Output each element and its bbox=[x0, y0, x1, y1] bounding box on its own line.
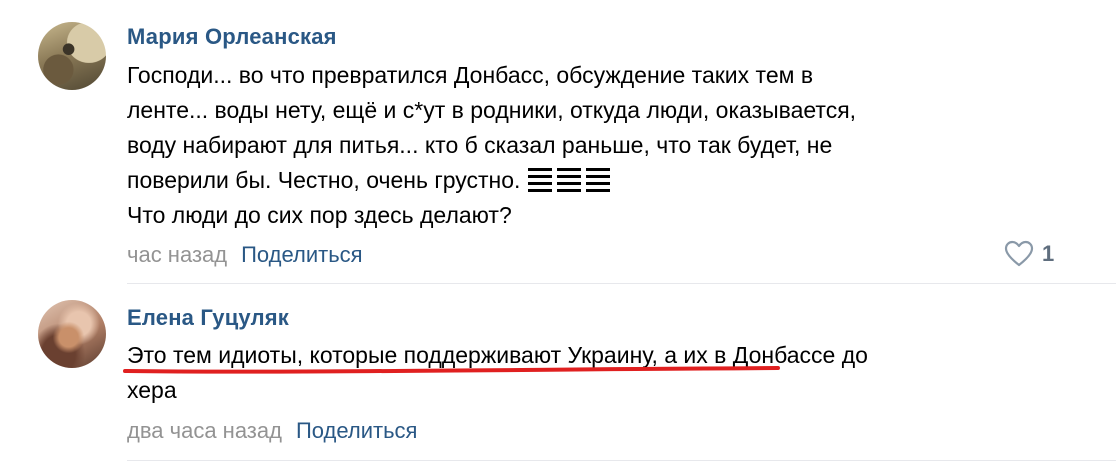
comment-meta: час назад Поделиться bbox=[127, 242, 363, 268]
avatar[interactable] bbox=[38, 300, 106, 368]
comment-text: Господи... во что превратился Донбасс, о… bbox=[127, 58, 1087, 233]
like-count: 1 bbox=[1042, 240, 1055, 266]
comment-meta: два часа назад Поделиться bbox=[127, 418, 417, 444]
comment-line: ленте... воды нету, ещё и с*ут в родники… bbox=[127, 97, 857, 123]
comment-text: Это тем идиоты, которые поддерживают Укр… bbox=[127, 338, 1087, 408]
like-button[interactable]: 1 bbox=[1004, 240, 1054, 267]
comment-line-text: поверили бы. Честно, очень грустно. bbox=[127, 167, 521, 193]
comment-author[interactable]: Мария Орлеанская bbox=[127, 24, 337, 50]
comment-line: Это тем идиоты, которые поддерживают Укр… bbox=[127, 342, 868, 368]
avatar[interactable] bbox=[38, 22, 106, 90]
comment-line: Что люди до сих пор здесь делают? bbox=[127, 202, 512, 228]
comment-line: хера bbox=[127, 377, 177, 403]
heart-icon bbox=[1004, 240, 1034, 267]
comment-time[interactable]: два часа назад bbox=[127, 418, 282, 443]
comment-author[interactable]: Елена Гуцуляк bbox=[127, 305, 289, 331]
comment-time[interactable]: час назад bbox=[127, 242, 227, 267]
comment-line: воду набирают для питья... кто б сказал … bbox=[127, 132, 833, 158]
comment-line: поверили бы. Честно, очень грустно. bbox=[127, 163, 1087, 198]
divider bbox=[127, 460, 1116, 461]
crying-emoji-icon bbox=[528, 168, 611, 192]
comments-panel: Мария Орлеанская Господи... во что превр… bbox=[0, 0, 1116, 472]
divider bbox=[127, 283, 1116, 284]
comment-line: Господи... во что превратился Донбасс, о… bbox=[127, 62, 814, 88]
share-button[interactable]: Поделиться bbox=[241, 242, 362, 267]
share-button[interactable]: Поделиться bbox=[296, 418, 417, 443]
